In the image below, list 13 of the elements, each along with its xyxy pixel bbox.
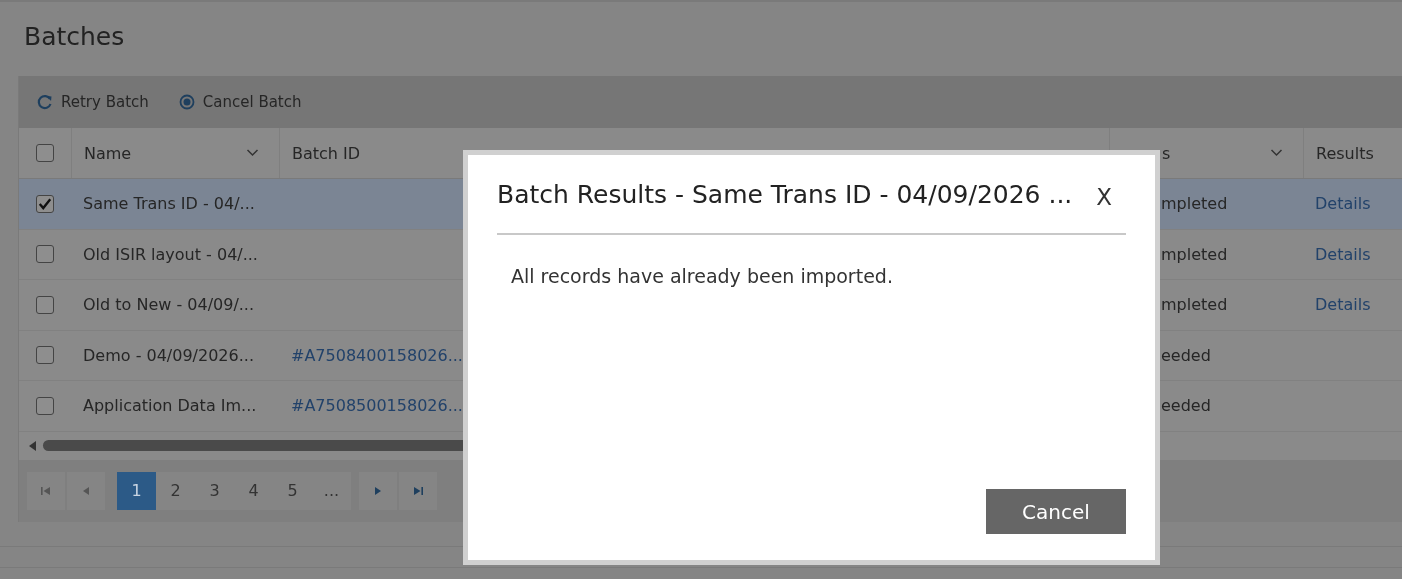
table-cell: mpleted <box>1161 295 1228 315</box>
table-cell: eeded <box>1161 345 1211 365</box>
table-cell: Old to New - 04/09/... <box>83 295 255 315</box>
dialog-title: Batch Results - Same Trans ID - 04/09/2026 ... <box>497 179 1073 209</box>
table-cell: Same Trans ID - 04/... <box>83 194 255 214</box>
page-title: Batches <box>23 21 126 53</box>
dialog-message: All records have already been imported. <box>511 265 894 287</box>
table-cell: eeded <box>1161 396 1211 416</box>
table-cell: Old ISIR layout - 04/... <box>83 244 258 264</box>
table-cell: mpleted <box>1161 244 1228 264</box>
table-cell: Application Data Im... <box>83 396 257 416</box>
table-cell: Demo - 04/09/2026... <box>83 345 254 365</box>
table-cell: mpleted <box>1161 194 1228 214</box>
